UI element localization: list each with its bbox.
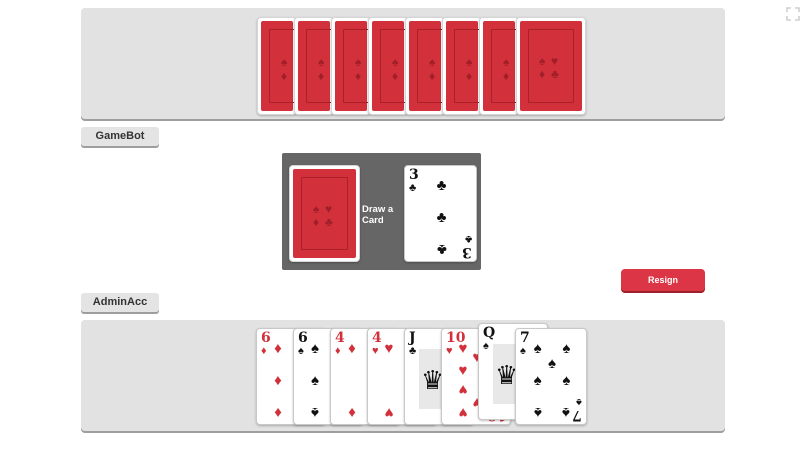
card-pip-icon: ♦ <box>348 403 356 421</box>
card-pip-icon: ♠ <box>562 339 571 357</box>
opponent-card-back: ♠ ♦ <box>405 17 445 115</box>
svg-text:♦: ♦ <box>281 69 287 83</box>
svg-text:♠: ♠ <box>466 55 473 69</box>
card-back-suits-icon: ♠♦ <box>503 55 510 83</box>
card-suit-icon: ♠ <box>483 340 489 352</box>
opponent-card-back: ♠ ♦ <box>442 17 482 115</box>
player-name: AdminAcc <box>81 293 159 312</box>
card-rank: 4 <box>372 330 382 346</box>
card-suit-icon: ♣ <box>464 233 472 245</box>
opponent-card-back: ♠ ♦ <box>368 17 408 115</box>
card-pip-icon: ♠ <box>311 371 319 389</box>
svg-text:♠: ♠ <box>503 55 510 69</box>
card-back-suits-icon: ♠♦ <box>355 55 362 83</box>
card-pip-icon: ♦ <box>274 371 282 389</box>
card-suit-icon: ♣ <box>409 345 417 357</box>
card-back-suits-icon: ♠♦ <box>466 55 473 83</box>
card-suit-icon: ♥ <box>372 345 379 357</box>
card-back-suits-icon: ♠♦ <box>429 55 436 83</box>
svg-text:♦: ♦ <box>318 69 324 83</box>
card-pip-icon: ♥ <box>458 381 468 399</box>
opponent-card-back: ♠ ♦ <box>294 17 334 115</box>
svg-text:♦: ♦ <box>503 69 509 83</box>
card-suit-icon: ♥ <box>446 345 453 357</box>
card-suit-icon: ♠ <box>520 345 526 357</box>
opponent-card-back: ♠ ♥ ♦ ♣ <box>516 17 586 115</box>
svg-text:♠: ♠ <box>355 55 362 69</box>
card-pip-icon: ♠ <box>533 403 542 421</box>
discard-pile-card: 3 ♣ ♣ ♣ ♣ 3 ♣ <box>404 165 477 262</box>
card-rank: J <box>409 330 416 346</box>
card-suit-icon: ♠ <box>576 396 582 408</box>
card-rank: Q <box>483 325 496 341</box>
card-pip-icon: ♥ <box>384 403 394 421</box>
card-pip-icon: ♠ <box>533 371 542 389</box>
resign-button[interactable]: Resign <box>621 269 705 291</box>
draw-deck[interactable]: ♠ ♥ ♦ ♣ <box>289 165 360 262</box>
card-back-suits-icon: ♠ ♥ ♦ ♣ <box>539 54 559 81</box>
opponent-card-back: ♠ ♦ <box>479 17 519 115</box>
card-pip-icon: ♠ <box>562 403 571 421</box>
fullscreen-icon[interactable] <box>786 7 800 21</box>
card-rank: 7 <box>520 330 530 346</box>
card-pip-icon: ♠ <box>562 371 571 389</box>
svg-text:♠: ♠ <box>313 202 320 216</box>
draw-card-label[interactable]: Draw a Card <box>362 204 404 226</box>
card-back-suits-icon: ♠♦ <box>281 55 288 83</box>
svg-text:♥: ♥ <box>551 54 558 68</box>
card-rank: 6 <box>298 330 308 346</box>
card-pip-icon: ♠ <box>311 339 319 357</box>
card-rank: 4 <box>335 330 345 346</box>
svg-text:♥: ♥ <box>325 202 332 216</box>
svg-text:♠: ♠ <box>429 55 436 69</box>
card-pip-icon: ♣ <box>436 176 447 194</box>
card-pip-icon: ♥ <box>458 361 468 379</box>
svg-text:♠: ♠ <box>281 55 288 69</box>
player-hand-card[interactable]: 7 ♠ ♠ ♠ ♠ ♠ ♠ ♠ ♠ 7 ♠ <box>515 328 587 425</box>
card-pip-icon: ♠ <box>548 355 556 373</box>
card-pip-icon: ♠ <box>533 339 542 357</box>
card-back-suits-icon: ♠♦ <box>392 55 399 83</box>
svg-text:♠: ♠ <box>539 54 546 68</box>
card-back-suits-icon: ♠ ♥ ♦ ♣ <box>313 202 333 229</box>
card-pip-icon: ♥ <box>384 339 394 357</box>
card-back-suits-icon: ♠♦ <box>318 55 325 83</box>
svg-text:♣: ♣ <box>325 215 333 229</box>
svg-text:♠: ♠ <box>392 55 399 69</box>
card-pip-icon: ♦ <box>274 403 282 421</box>
card-rank: 3 <box>409 167 419 183</box>
card-pip-icon: ♣ <box>436 208 447 226</box>
card-pip-icon: ♥ <box>458 339 468 357</box>
svg-text:♦: ♦ <box>429 69 435 83</box>
card-suit-icon: ♣ <box>409 182 417 194</box>
svg-text:♦: ♦ <box>313 215 319 229</box>
opponent-card-back: ♠ ♦ <box>257 17 297 115</box>
svg-text:♣: ♣ <box>551 67 559 81</box>
card-pip-icon: ♥ <box>458 403 468 421</box>
svg-text:♠: ♠ <box>318 55 325 69</box>
opponent-card-back: ♠ ♦ <box>331 17 371 115</box>
svg-text:♦: ♦ <box>355 69 361 83</box>
card-rank: 6 <box>261 330 271 346</box>
card-pip-icon: ♦ <box>348 339 356 357</box>
card-rank: 7 <box>572 407 582 423</box>
card-pip-icon: ♠ <box>311 403 319 421</box>
svg-text:♦: ♦ <box>466 69 472 83</box>
opponent-name: GameBot <box>81 127 159 146</box>
card-pip-icon: ♣ <box>436 240 447 258</box>
card-rank: 3 <box>462 244 472 260</box>
card-suit-icon: ♠ <box>298 345 304 357</box>
card-suit-icon: ♦ <box>335 345 341 357</box>
card-pip-icon: ♦ <box>274 339 282 357</box>
card-suit-icon: ♦ <box>261 345 267 357</box>
svg-text:♦: ♦ <box>392 69 398 83</box>
svg-text:♦: ♦ <box>539 67 545 81</box>
